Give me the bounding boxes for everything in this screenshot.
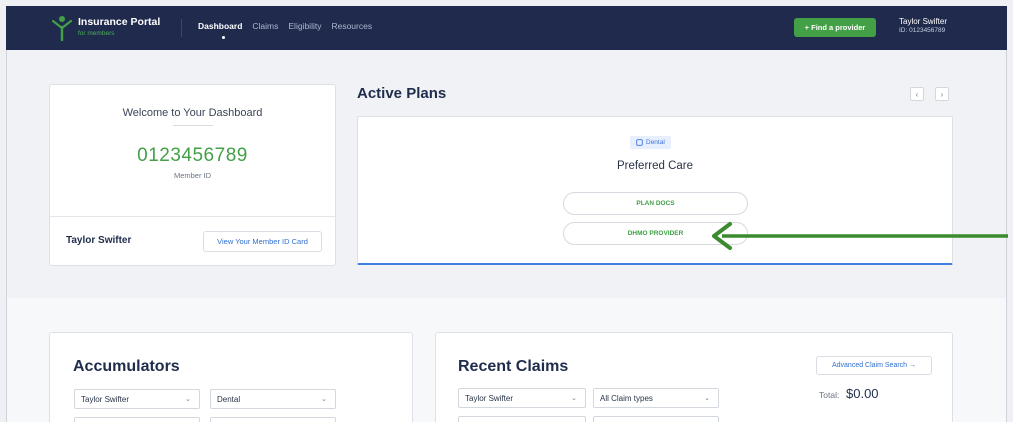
accumulators-date-select[interactable] <box>210 417 336 422</box>
claims-sort-select[interactable] <box>458 416 586 422</box>
member-id-number: 0123456789 <box>137 145 248 166</box>
welcome-card: Welcome to Your Dashboard 0123456789 Mem… <box>49 84 336 266</box>
claims-type-select[interactable]: All Claim types ⌄ <box>593 388 719 408</box>
arrow-left-icon <box>712 222 1008 250</box>
person-figure-icon <box>52 16 72 41</box>
title-underline <box>173 125 213 126</box>
tooth-icon <box>636 139 643 146</box>
accumulators-type-select[interactable]: Dental ⌄ <box>210 389 336 409</box>
plan-type-label: Dental <box>646 139 665 146</box>
next-plan-button[interactable]: › <box>935 87 949 101</box>
view-id-card-button[interactable]: View Your Member ID Card <box>203 231 322 252</box>
brand-title: Insurance Portal <box>78 16 161 28</box>
chevron-right-icon: › <box>940 89 944 99</box>
card-divider <box>50 216 335 217</box>
nav-dashboard[interactable]: Dashboard <box>198 21 243 39</box>
claims-date-select[interactable] <box>593 416 719 422</box>
user-name: Taylor Swifter <box>899 17 948 26</box>
top-navigation-bar: Insurance Portal for members Dashboard C… <box>6 6 1007 50</box>
header-divider <box>181 19 182 37</box>
accumulators-title: Accumulators <box>73 358 180 375</box>
recent-claims-title: Recent Claims <box>458 358 569 375</box>
nav-dashboard-label: Dashboard <box>198 21 243 31</box>
previous-plan-button[interactable]: ‹ <box>910 87 924 101</box>
chevron-left-icon: ‹ <box>915 89 919 99</box>
member-name: Taylor Swifter <box>66 235 132 246</box>
brand-logo[interactable]: Insurance Portal for members <box>52 13 172 43</box>
advanced-claim-search-button[interactable]: Advanced Claim Search → <box>816 356 932 375</box>
find-provider-button[interactable]: + Find a provider <box>794 18 876 37</box>
accumulators-member-select[interactable]: Taylor Swifter ⌄ <box>74 389 200 409</box>
accumulators-card: Accumulators Taylor Swifter ⌄ Dental ⌄ <box>49 332 413 422</box>
brand-subtitle: for members <box>78 30 115 37</box>
claims-member-select[interactable]: Taylor Swifter ⌄ <box>458 388 586 408</box>
plan-name: Preferred Care <box>616 160 694 172</box>
active-indicator <box>222 36 225 39</box>
nav-eligibility[interactable]: Eligibility <box>288 21 321 31</box>
plan-docs-button[interactable]: PLAN DOCS <box>563 192 748 215</box>
recent-claims-card: Recent Claims Taylor Swifter ⌄ All Claim… <box>435 332 953 422</box>
accumulators-filter-select[interactable] <box>74 417 200 422</box>
select-value: Taylor Swifter <box>465 393 514 403</box>
chevron-down-icon: ⌄ <box>704 395 710 402</box>
nav-claims[interactable]: Claims <box>252 21 278 31</box>
member-id-label: Member ID <box>173 171 212 180</box>
total-value: $0.00 <box>846 386 879 401</box>
select-value: All Claim types <box>600 393 653 403</box>
main-nav: Dashboard Claims Eligibility Resources <box>198 21 372 39</box>
total-label: Total: <box>819 390 840 400</box>
chevron-down-icon: ⌄ <box>321 396 327 403</box>
chevron-down-icon: ⌄ <box>185 396 191 403</box>
user-menu[interactable]: Taylor Swifter ID: 0123456789 <box>899 17 1009 34</box>
plan-type-badge: Dental <box>630 136 671 149</box>
active-plans-title: Active Plans <box>357 85 447 102</box>
chevron-down-icon: ⌄ <box>571 395 577 402</box>
user-id: ID: 0123456789 <box>899 27 946 34</box>
select-value: Taylor Swifter <box>81 394 130 404</box>
select-value: Dental <box>217 394 241 404</box>
welcome-title: Welcome to Your Dashboard <box>122 107 263 119</box>
nav-resources[interactable]: Resources <box>331 21 372 31</box>
